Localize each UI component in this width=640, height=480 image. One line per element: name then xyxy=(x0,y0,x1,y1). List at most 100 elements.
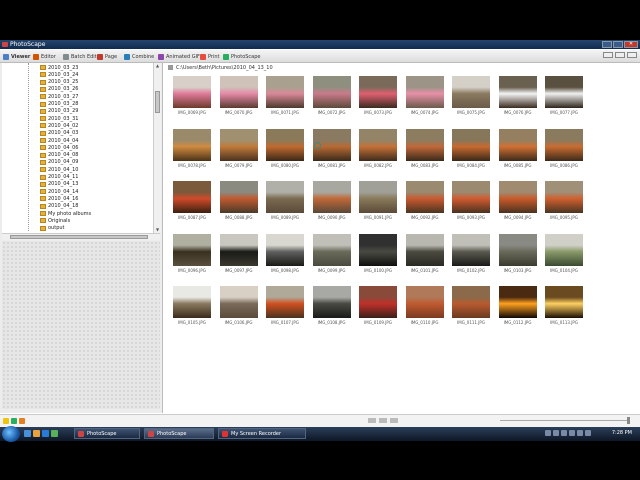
photo-thumbnail[interactable]: IMG_0080.JPG xyxy=(263,128,307,168)
start-button[interactable] xyxy=(2,426,20,442)
tab-page[interactable]: Page xyxy=(97,52,117,61)
photo-thumbnail[interactable]: IMG_0105.JPG xyxy=(170,286,214,325)
folder-node[interactable]: output xyxy=(40,225,65,232)
hscroll-thumb[interactable] xyxy=(10,235,148,239)
folder-node[interactable]: 2010_03_27 xyxy=(40,93,78,100)
tray-icon[interactable] xyxy=(545,430,551,436)
maximize-button[interactable] xyxy=(613,41,623,48)
folder-node[interactable]: 2010_04_18 xyxy=(40,203,78,210)
tree-vertical-scrollbar[interactable]: ▲ ▼ xyxy=(153,63,161,233)
photo-thumbnail[interactable]: IMG_0091.JPG xyxy=(356,181,400,220)
tab-batch-editor[interactable]: Batch Editor xyxy=(63,52,102,61)
taskbar-button[interactable]: PhotoScape xyxy=(144,428,214,439)
photo-thumbnail[interactable]: IMG_0099.JPG xyxy=(310,233,354,273)
photo-thumbnail[interactable]: IMG_0090.JPG xyxy=(310,181,354,220)
photo-thumbnail[interactable]: IMG_0082.JPG xyxy=(356,128,400,168)
rotate-right-button[interactable] xyxy=(379,418,387,423)
title-bar[interactable]: PhotoScape ✕ xyxy=(0,40,640,49)
folder-node[interactable]: 2010_04_13 xyxy=(40,181,78,188)
photo-thumbnail[interactable]: IMG_0109.JPG xyxy=(356,286,400,325)
tab-photoscape[interactable]: PhotoScape xyxy=(223,52,261,61)
tab-print[interactable]: Print xyxy=(200,52,220,61)
scroll-thumb[interactable] xyxy=(155,91,160,113)
photo-thumbnail[interactable]: IMG_0071.JPG xyxy=(263,76,307,115)
show-desktop-icon[interactable] xyxy=(24,430,31,437)
photo-thumbnail[interactable]: IMG_0074.JPG xyxy=(403,76,447,115)
photo-thumbnail[interactable]: IMG_0098.JPG xyxy=(263,233,307,273)
folder-node[interactable]: My photo albums xyxy=(40,210,91,217)
refresh-icon[interactable] xyxy=(11,418,17,424)
photo-thumbnail[interactable]: IMG_0089.JPG xyxy=(263,181,307,220)
tray-icon[interactable] xyxy=(553,430,559,436)
folder-node[interactable]: 2010_04_04 xyxy=(40,137,78,144)
photo-thumbnail[interactable]: IMG_0093.JPG xyxy=(449,181,493,220)
folder-node[interactable]: 2010_04_14 xyxy=(40,188,78,195)
photo-thumbnail[interactable]: IMG_0111.JPG xyxy=(449,286,493,325)
folder-node[interactable]: 2010_04_03 xyxy=(40,130,78,137)
explorer-icon[interactable] xyxy=(33,430,40,437)
folder-open-icon[interactable] xyxy=(19,418,25,424)
photo-thumbnail[interactable]: IMG_0083.JPG xyxy=(403,128,447,168)
folder-node[interactable]: 2010_04_06 xyxy=(40,144,78,151)
folder-node[interactable]: 2010_03_29 xyxy=(40,108,78,115)
photo-thumbnail[interactable]: IMG_0076.JPG xyxy=(496,76,540,115)
photo-thumbnail[interactable]: IMG_0113.JPG xyxy=(542,286,586,325)
folder-node[interactable]: Originals xyxy=(40,217,70,224)
slider-knob[interactable] xyxy=(627,417,630,424)
photo-thumbnail[interactable]: IMG_0084.JPG xyxy=(449,128,493,168)
photo-thumbnail[interactable]: IMG_0095.JPG xyxy=(542,181,586,220)
tab-combine[interactable]: Combine xyxy=(124,52,154,61)
network-icon[interactable] xyxy=(561,430,567,436)
star-icon[interactable] xyxy=(3,418,9,424)
photo-thumbnail[interactable]: IMG_0075.JPG xyxy=(449,76,493,115)
photo-thumbnail[interactable]: IMG_0070.JPG xyxy=(217,76,261,115)
folder-node[interactable]: 2010_04_02 xyxy=(40,122,78,129)
folder-node[interactable]: 2010_04_16 xyxy=(40,195,78,202)
photo-thumbnail[interactable]: IMG_0087.JPG xyxy=(170,181,214,220)
settings-button[interactable] xyxy=(615,52,625,58)
photo-thumbnail[interactable]: IMG_0085.JPG xyxy=(496,128,540,168)
photo-thumbnail[interactable]: IMG_0110.JPG xyxy=(403,286,447,325)
photo-thumbnail[interactable]: IMG_0079.JPG xyxy=(217,128,261,168)
tab-editor[interactable]: Editor xyxy=(33,52,56,61)
photo-thumbnail[interactable]: IMG_0102.JPG xyxy=(449,233,493,273)
delete-button[interactable] xyxy=(390,418,398,423)
folder-node[interactable]: 2010_04_10 xyxy=(40,166,78,173)
media-icon[interactable] xyxy=(51,430,58,437)
scroll-up-arrow-icon[interactable]: ▲ xyxy=(154,63,161,69)
folder-node[interactable]: 2010_03_26 xyxy=(40,86,78,93)
photo-thumbnail[interactable]: IMG_0112.JPG xyxy=(496,286,540,325)
folder-node[interactable]: 2010_03_31 xyxy=(40,115,78,122)
photo-thumbnail[interactable]: IMG_0103.JPG xyxy=(496,233,540,273)
folder-node[interactable]: 2010_03_24 xyxy=(40,71,78,78)
photo-thumbnail[interactable]: IMG_0073.JPG xyxy=(356,76,400,115)
tray-icon[interactable] xyxy=(577,430,583,436)
close-button[interactable]: ✕ xyxy=(624,41,638,48)
help-button[interactable] xyxy=(627,52,637,58)
browser-icon[interactable] xyxy=(42,430,49,437)
photo-thumbnail[interactable]: IMG_0106.JPG xyxy=(217,286,261,325)
folder-node[interactable]: 2010_03_25 xyxy=(40,79,78,86)
tree-horizontal-scrollbar[interactable] xyxy=(2,233,160,240)
folder-node[interactable]: 2010_04_09 xyxy=(40,159,78,166)
folder-node[interactable]: 2010_03_28 xyxy=(40,101,78,108)
photo-thumbnail[interactable]: IMG_0072.JPG xyxy=(310,76,354,115)
thumbnail-size-slider[interactable] xyxy=(500,417,630,424)
tray-icon[interactable] xyxy=(585,430,591,436)
view-mode-button[interactable] xyxy=(603,52,613,58)
photo-thumbnail[interactable]: IMG_0097.JPG xyxy=(217,233,261,273)
volume-icon[interactable] xyxy=(569,430,575,436)
tab-viewer[interactable]: Viewer xyxy=(3,52,30,61)
tab-animated-gif[interactable]: Animated GIF xyxy=(158,52,200,61)
photo-thumbnail[interactable]: IMG_0092.JPG xyxy=(403,181,447,220)
minimize-button[interactable] xyxy=(602,41,612,48)
taskbar-button[interactable]: My Screen Recorder xyxy=(218,428,306,439)
taskbar-button[interactable]: PhotoScape xyxy=(74,428,140,439)
rotate-left-button[interactable] xyxy=(368,418,376,423)
folder-tree[interactable]: 2010_03_23 2010_03_24 2010_03_25 2010_03_26… xyxy=(2,63,154,233)
photo-thumbnail[interactable]: IMG_0069.JPG xyxy=(170,76,214,115)
photo-thumbnail[interactable]: IMG_0108.JPG xyxy=(310,286,354,325)
photo-thumbnail[interactable]: IMG_0078.JPG xyxy=(170,128,214,168)
clock[interactable]: 7:28 PM xyxy=(612,428,632,439)
photo-thumbnail[interactable]: IMG_0101.JPG xyxy=(403,233,447,273)
